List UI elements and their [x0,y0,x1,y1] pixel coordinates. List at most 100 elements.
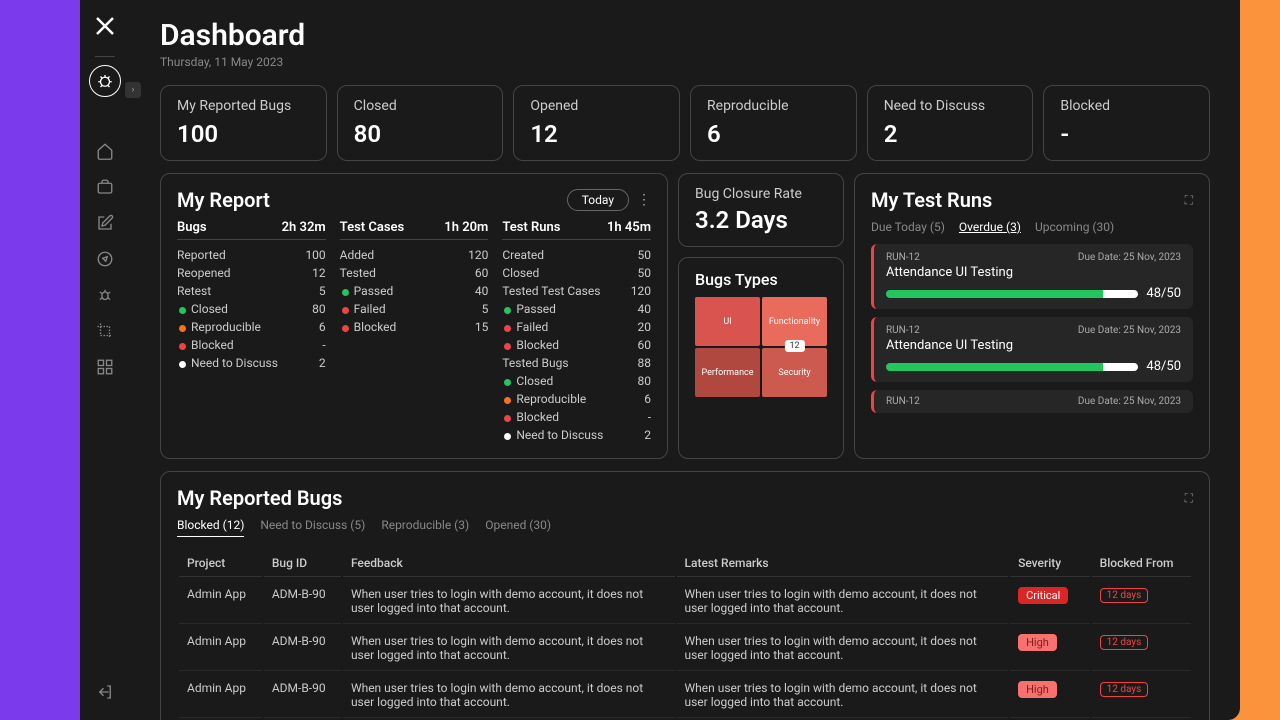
sidebar-briefcase-icon[interactable] [89,171,121,203]
sidebar-grid-icon[interactable] [89,351,121,383]
severity-badge: High [1018,681,1057,698]
report-row: Tested Bugs88 [502,354,651,372]
progress-bar [886,363,1138,371]
report-row: Need to Discuss2 [177,354,326,372]
bug-closure-panel: Bug Closure Rate 3.2 Days [678,173,844,247]
treemap-cell[interactable]: Functionality [762,297,827,346]
treemap-cell[interactable]: 12 Security [762,348,827,397]
treemap-cell[interactable]: Performance [695,348,760,397]
report-row: Created50 [502,246,651,264]
run-title: Attendance UI Testing [886,265,1181,280]
tab[interactable]: Blocked (12) [177,518,244,537]
table-header: Severity [1010,550,1090,577]
stat-card[interactable]: My Reported Bugs 100 [160,85,327,161]
test-run-card[interactable]: RUN-12Due Date: 25 Nov, 2023 Attendance … [871,317,1193,382]
table-row[interactable]: Admin App ADM-B-90 When user tries to lo… [179,673,1191,718]
report-row: Failed20 [502,318,651,336]
test-runs-tabs: Due Today (5) Overdue (3) Upcoming (30) [871,220,1193,234]
tab[interactable]: Upcoming (30) [1035,220,1114,234]
bug-types-treemap[interactable]: UI Functionality Performance 12 Security [695,297,827,397]
report-row: Passed40 [340,282,489,300]
report-column: Bugs2h 32m Reported100Reopened12Retest5C… [177,220,326,444]
today-button[interactable]: Today [567,189,629,211]
report-row: Tested Test Cases120 [502,282,651,300]
blocked-badge: 12 days [1100,635,1149,650]
stat-label: Need to Discuss [884,98,1017,114]
tab[interactable]: Reproducible (3) [381,518,469,537]
stat-card[interactable]: Closed 80 [337,85,504,161]
sidebar-bug2-icon[interactable] [89,279,121,311]
sidebar-expand-button[interactable]: › [125,82,141,98]
stat-label: Reproducible [707,98,840,114]
stat-card[interactable]: Blocked - [1043,85,1210,161]
more-icon[interactable]: ⋮ [637,192,651,208]
expand-icon[interactable]: ⛶ [1185,491,1193,506]
table-header: Latest Remarks [677,550,1009,577]
report-row: Reproducible6 [502,390,651,408]
test-run-card[interactable]: RUN-12Due Date: 25 Nov, 2023 [871,390,1193,413]
test-run-card[interactable]: RUN-12Due Date: 25 Nov, 2023 Attendance … [871,244,1193,309]
sidebar-edit-icon[interactable] [89,207,121,239]
report-row: Closed50 [502,264,651,282]
treemap-badge: 12 [784,340,804,352]
table-row[interactable]: Admin App ADM-B-90 When user tries to lo… [179,626,1191,671]
stat-value: 80 [354,120,487,148]
page-header: Dashboard Thursday, 11 May 2023 [160,18,1210,69]
stat-value: 2 [884,120,1017,148]
stat-card[interactable]: Opened 12 [513,85,680,161]
report-row: Reported100 [177,246,326,264]
report-row: Blocked- [502,408,651,426]
tab[interactable]: Need to Discuss (5) [260,518,365,537]
stats-row: My Reported Bugs 100 Closed 80 Opened 12… [160,85,1210,161]
expand-icon[interactable]: ⛶ [1185,193,1193,208]
stat-label: Blocked [1060,98,1193,114]
main-content: Dashboard Thursday, 11 May 2023 My Repor… [130,0,1240,720]
sidebar-bug-icon[interactable] [89,65,121,97]
sidebar-logout-icon[interactable] [89,676,121,708]
bugs-table: ProjectBug IDFeedbackLatest RemarksSever… [177,548,1193,720]
closure-value: 3.2 Days [695,206,827,234]
sidebar-compass-icon[interactable] [89,243,121,275]
table-header: Project [179,550,262,577]
run-title: Attendance UI Testing [886,338,1181,353]
page-date: Thursday, 11 May 2023 [160,55,1210,69]
tab[interactable]: Due Today (5) [871,220,945,234]
progress-text: 48/50 [1146,286,1181,301]
test-runs-panel: My Test Runs ⛶ Due Today (5) Overdue (3) U… [854,173,1210,459]
stat-card[interactable]: Reproducible 6 [690,85,857,161]
table-header: Bug ID [264,550,341,577]
report-row: Passed40 [502,300,651,318]
reported-bugs-title: My Reported Bugs [177,486,342,510]
my-report-panel: My Report Today ⋮ Bugs2h 32m Reported100… [160,173,668,459]
table-row[interactable]: Admin App ADM-B-90 When user tries to lo… [179,579,1191,624]
report-row: Tested60 [340,264,489,282]
report-row: Added120 [340,246,489,264]
tab[interactable]: Opened (30) [485,518,551,537]
report-row: Blocked15 [340,318,489,336]
closure-label: Bug Closure Rate [695,186,827,202]
report-row: Closed80 [177,300,326,318]
sidebar [80,0,130,720]
bug-types-title: Bugs Types [695,270,827,289]
progress-bar [886,290,1138,298]
report-row: Closed80 [502,372,651,390]
treemap-cell[interactable]: UI [695,297,760,346]
report-row: Reproducible6 [177,318,326,336]
bug-types-panel: Bugs Types UI Functionality Performance … [678,257,844,459]
sidebar-crop-icon[interactable] [89,315,121,347]
report-row: Failed5 [340,300,489,318]
tab[interactable]: Overdue (3) [959,220,1021,234]
logo-icon [91,12,119,40]
blocked-badge: 12 days [1100,682,1149,697]
report-row: Blocked- [177,336,326,354]
progress-text: 48/50 [1146,359,1181,374]
bug-tabs: Blocked (12) Need to Discuss (5) Reproduci… [177,518,1193,538]
report-row: Blocked60 [502,336,651,354]
stat-label: Opened [530,98,663,114]
report-row: Reopened12 [177,264,326,282]
stat-value: - [1060,120,1193,148]
stat-value: 12 [530,120,663,148]
sidebar-home-icon[interactable] [89,135,121,167]
stat-card[interactable]: Need to Discuss 2 [867,85,1034,161]
test-runs-title: My Test Runs [871,188,992,212]
